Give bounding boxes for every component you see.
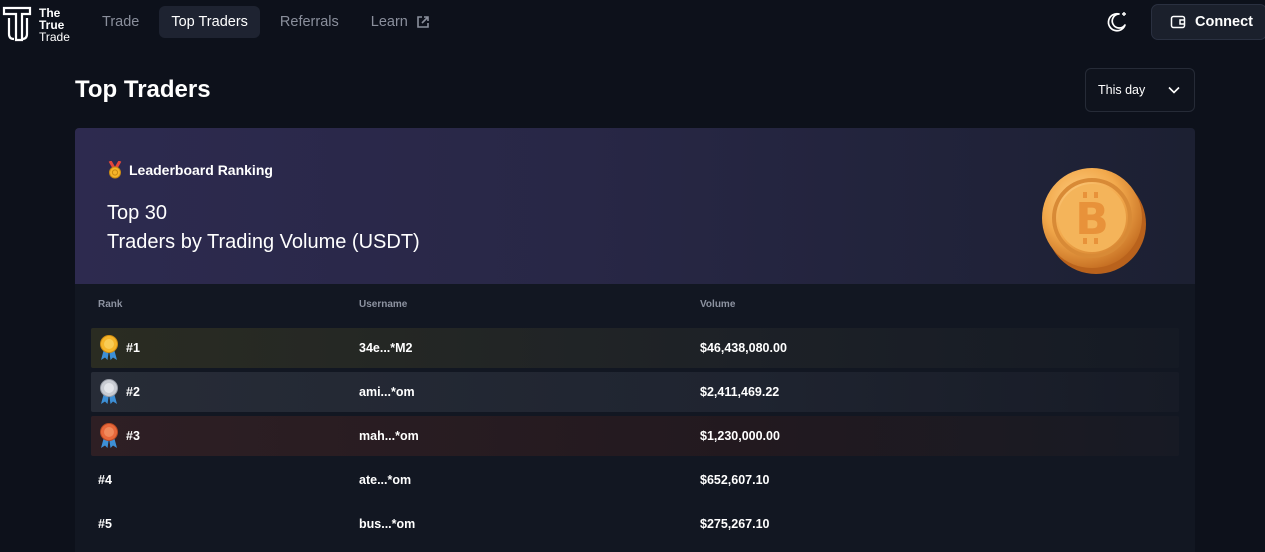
leaderboard-banner: Leaderboard Ranking Top 30 Traders by Tr… xyxy=(75,128,1195,284)
table-row[interactable]: #1 34e...*M2 $46,438,080.00 xyxy=(91,328,1179,368)
rank-cell: #4 xyxy=(98,460,112,500)
nav-trade[interactable]: Trade xyxy=(90,6,151,38)
connect-wallet-button[interactable]: Connect xyxy=(1151,4,1265,40)
rank-value: #4 xyxy=(98,473,112,487)
theme-toggle-button[interactable] xyxy=(1104,9,1130,35)
connect-button-label: Connect xyxy=(1195,14,1253,30)
rank-value: #5 xyxy=(98,517,112,531)
column-header-rank: Rank xyxy=(98,299,123,310)
nav-trade-label: Trade xyxy=(102,14,140,30)
nav-learn-label: Learn xyxy=(370,14,408,30)
column-header-username: Username xyxy=(359,299,408,310)
medal-icon xyxy=(108,161,122,179)
rank-value: #3 xyxy=(126,429,140,443)
column-header-volume: Volume xyxy=(700,299,736,310)
svg-text:B: B xyxy=(1075,194,1109,245)
chevron-down-icon xyxy=(1168,86,1180,94)
banner-kicker: Leaderboard Ranking xyxy=(107,161,273,179)
volume-cell: $275,267.10 xyxy=(700,517,770,531)
gold-medal-icon xyxy=(100,335,118,360)
period-select-value: This day xyxy=(1098,83,1146,97)
volume-cell: $46,438,080.00 xyxy=(700,341,787,355)
nav-top-traders[interactable]: Top Traders xyxy=(159,6,260,38)
volume-cell: $652,607.10 xyxy=(700,473,770,487)
page-title: Top Traders xyxy=(75,76,211,103)
bronze-medal-icon xyxy=(100,423,118,448)
username-cell: bus...*om xyxy=(359,517,416,531)
banner-title-line-2: Traders by Trading Volume (USDT) xyxy=(107,231,420,253)
bitcoin-coin-illustration: B xyxy=(1042,168,1146,274)
moon-icon xyxy=(1107,12,1126,32)
banner-title: Top 30 Traders by Trading Volume (USDT) xyxy=(107,199,420,257)
username-cell: ate...*om xyxy=(359,473,412,487)
brand-line-3: Trade xyxy=(39,30,70,44)
logo-mark-icon xyxy=(2,6,32,42)
username-cell: ami...*om xyxy=(359,385,415,399)
table-row[interactable]: #5 bus...*om $275,267.10 xyxy=(91,504,1179,544)
rank-value: #2 xyxy=(126,385,140,399)
rank-cell: #3 xyxy=(98,416,140,456)
nav-top-traders-label: Top Traders xyxy=(171,14,248,30)
top-navbar: The True Trade Trade Top Traders Referra… xyxy=(0,0,1265,44)
wallet-icon xyxy=(1170,15,1186,29)
table-row[interactable]: #3 mah...*om $1,230,000.00 xyxy=(91,416,1179,456)
period-select[interactable]: This day xyxy=(1085,68,1195,112)
table-row[interactable]: #2 ami...*om $2,411,469.22 xyxy=(91,372,1179,412)
rank-value: #1 xyxy=(126,341,140,355)
silver-medal-icon xyxy=(100,379,118,404)
rank-cell: #2 xyxy=(98,372,140,412)
external-link-icon xyxy=(417,16,429,28)
rank-cell: #5 xyxy=(98,504,112,544)
main-nav: Trade Top Traders Referrals Learn xyxy=(90,6,450,38)
brand-wordmark: The True Trade xyxy=(39,7,70,43)
leaderboard-table: Rank Username Volume #1 34e...*M2 $46,43… xyxy=(75,284,1195,552)
table-row[interactable]: #4 ate...*om $652,607.10 xyxy=(91,460,1179,500)
banner-title-line-1: Top 30 xyxy=(107,202,168,224)
username-cell: mah...*om xyxy=(359,429,419,443)
nav-learn[interactable]: Learn xyxy=(359,6,442,38)
volume-cell: $1,230,000.00 xyxy=(700,429,780,443)
username-cell: 34e...*M2 xyxy=(359,341,413,355)
rank-cell: #1 xyxy=(98,328,140,368)
nav-referrals-label: Referrals xyxy=(279,14,339,30)
brand-logo[interactable]: The True Trade xyxy=(2,4,82,43)
volume-cell: $2,411,469.22 xyxy=(700,385,780,399)
nav-referrals[interactable]: Referrals xyxy=(268,6,351,38)
banner-kicker-label: Leaderboard Ranking xyxy=(129,162,273,178)
